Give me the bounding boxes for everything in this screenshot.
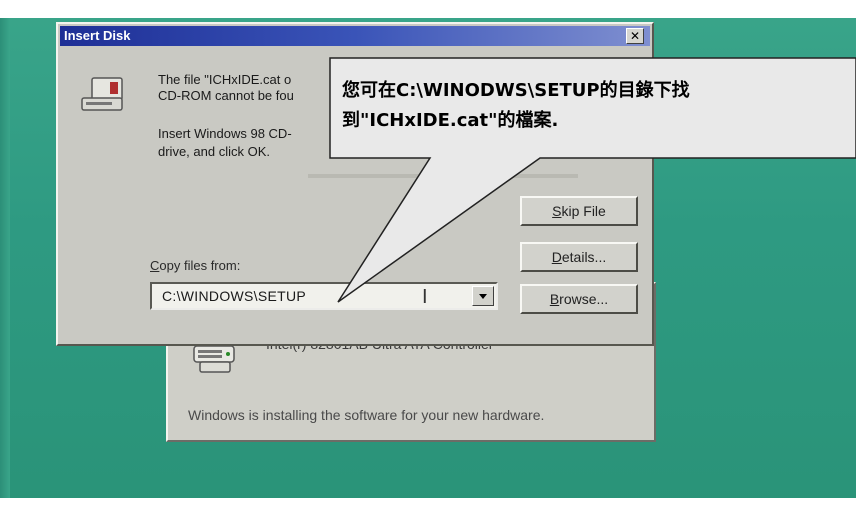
bottom-border: [0, 498, 856, 510]
copy-files-label: Copy files from:: [150, 258, 240, 273]
dialog-titlebar[interactable]: Insert Disk ✕: [60, 26, 650, 46]
skip-file-button[interactable]: Skip File: [520, 196, 638, 226]
close-icon[interactable]: ✕: [626, 28, 644, 44]
details-label: etails...: [561, 249, 607, 265]
install-status-text: Windows is installing the software for y…: [188, 407, 545, 423]
browse-label: rowse...: [559, 291, 609, 307]
skip-file-label: kip File: [561, 203, 606, 219]
message-line-4: drive, and click OK.: [158, 144, 270, 159]
copy-path-combobox[interactable]: C:\WINDOWS\SETUP I: [150, 282, 498, 310]
chevron-down-icon[interactable]: [472, 286, 494, 306]
callout-line-2: 到"ICHxIDE.cat"的檔案.: [342, 110, 559, 131]
browse-button[interactable]: Browse...: [520, 284, 638, 314]
copy-files-label-text: opy files from:: [159, 258, 241, 273]
callout-text: 您可在C:\WINODWS\SETUP的目錄下找 到"ICHxIDE.cat"的…: [342, 76, 842, 136]
callout-line-1: 您可在C:\WINODWS\SETUP的目錄下找: [342, 80, 690, 101]
insert-disk-dialog: Insert Disk ✕ The file "ICHxIDE.cat o CD…: [56, 22, 654, 346]
browse-accelerator: B: [549, 291, 560, 307]
drive-icon: [81, 77, 123, 111]
details-accelerator: D: [551, 249, 562, 265]
dialog-title: Insert Disk: [64, 28, 131, 43]
top-border: [0, 0, 856, 18]
copy-files-accelerator: C: [150, 258, 160, 273]
desktop-screen: Intel(r) 82801AB Ultra ATA Controller Wi…: [0, 0, 856, 510]
details-button[interactable]: Details...: [520, 242, 638, 272]
divider: [308, 174, 578, 178]
left-border: [0, 18, 10, 510]
text-cursor-icon: I: [422, 286, 428, 308]
copy-path-value[interactable]: C:\WINDOWS\SETUP: [162, 288, 306, 304]
